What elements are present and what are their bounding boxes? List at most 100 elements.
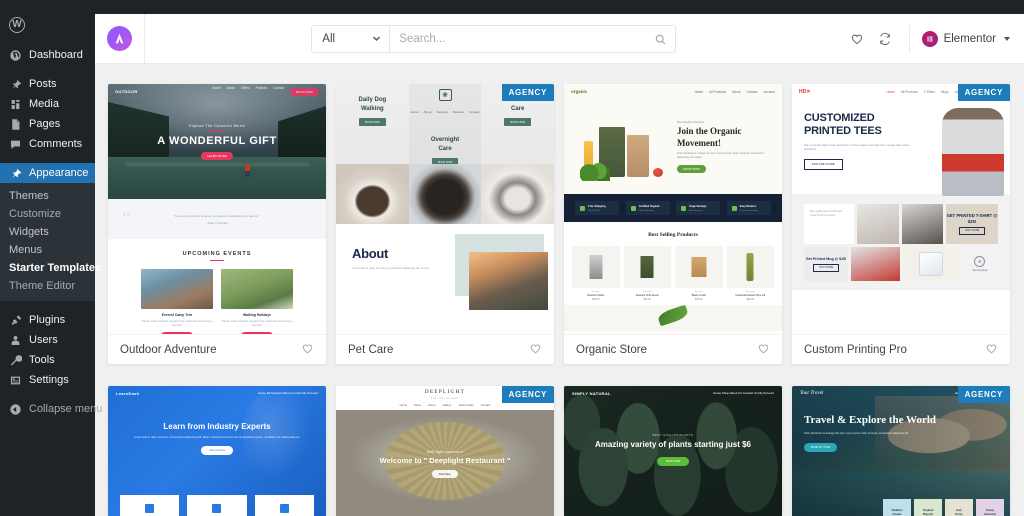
site-logo: HD✕: [799, 89, 811, 95]
hero-headline: Join the Organic Movement!: [677, 126, 742, 148]
petcare-hero: Daily DogWalking BOOK NOW Home About: [336, 84, 554, 224]
sidebar-subitem-starter-templates[interactable]: Starter Templates: [0, 259, 101, 277]
agency-badge: AGENCY: [957, 84, 1010, 101]
hero-subtext: Lorem ipsum dolor sit amet, consectetur …: [133, 435, 301, 439]
nav-link: All Products: [900, 90, 918, 94]
tools-wrench-icon: [8, 353, 22, 367]
mini-site-printing: HD✕ Home All Products T-Shirts Mugs Abou…: [792, 84, 1010, 334]
sidebar-item-settings[interactable]: Settings: [0, 370, 95, 390]
template-card[interactable]: SIMPLY NATURAL Home Shop About Us Contac…: [564, 386, 782, 516]
template-card[interactable]: AGENCY Daily Dog Walking BOOK NOW ❀ Home…: [336, 84, 554, 364]
product-item: Groceries Black Lentils $10.00: [675, 246, 723, 301]
feature-title: Easy Returns: [739, 205, 757, 208]
template-preview[interactable]: DEEPLIGHT BEST RESTAURANT Home Menu Abou…: [336, 386, 554, 516]
users-icon: [8, 333, 22, 347]
templates-grid-area[interactable]: OUTDOOR Home About Offers Projects Conta…: [95, 64, 1024, 516]
site-logo: Tour Travel: [800, 390, 824, 396]
appearance-brush-icon: [8, 166, 22, 180]
sidebar-item-dashboard[interactable]: Dashboard: [0, 45, 95, 65]
training-icon: [145, 504, 155, 513]
favorite-heart-icon[interactable]: [529, 342, 542, 358]
template-card[interactable]: AGENCY Tour Travel Home About Us: [792, 386, 1010, 516]
template-card[interactable]: AGENCY HD✕ Home All Products T-Shirts Mu…: [792, 84, 1010, 364]
sidebar-item-media[interactable]: Media: [0, 94, 95, 114]
hero-cta: EXPLORE STORE: [804, 159, 843, 171]
nav-link: Home: [886, 90, 895, 94]
starter-templates-header: All Search... Elementor: [95, 13, 1024, 64]
sidebar-subitem-themes[interactable]: Themes: [0, 187, 95, 205]
sidebar-item-posts[interactable]: Posts: [0, 74, 95, 94]
favorites-heart-icon[interactable]: [843, 25, 871, 53]
favorite-heart-icon[interactable]: [985, 342, 998, 358]
sidebar-item-collapse-menu[interactable]: Collapse menu: [0, 399, 102, 419]
template-preview[interactable]: HD✕ Home All Products T-Shirts Mugs Abou…: [792, 84, 1010, 334]
card-footer: Pet Care: [336, 334, 554, 364]
site-logo-sub: BEST RESTAURANT: [430, 397, 460, 400]
destination-name: Turkey: [985, 508, 995, 512]
mini-site-petcare: Daily DogWalking BOOK NOW Home About: [336, 84, 554, 334]
hero-cta: View Courses: [201, 446, 233, 456]
nav-link: Contact Us: [742, 391, 758, 395]
sidebar-item-plugins[interactable]: Plugins: [0, 310, 95, 330]
hero-script: daily light experiences: [426, 449, 464, 454]
sync-refresh-icon[interactable]: [871, 25, 899, 53]
hero-copy: CUSTOMIZED PRINTED TEES Ran ut congue di…: [804, 112, 912, 194]
template-preview[interactable]: Daily DogWalking BOOK NOW Home About: [336, 84, 554, 334]
hero-copy: Best Quality Products Join the Organic M…: [677, 120, 772, 173]
wp-logo-row[interactable]: [0, 14, 95, 36]
quote-author: - Adam Crandler: [206, 220, 228, 225]
product-list: Groceries Roasted Coffee $15.00 Grocerie…: [564, 246, 782, 301]
hero-headline: Travel & Explore the World: [804, 414, 936, 426]
sidebar-item-pages[interactable]: Pages: [0, 114, 95, 134]
site-nav: OUTDOOR Home About Offers Projects Conta…: [108, 84, 326, 98]
quote-section: “ "Lorem ipsum dolor sit amet, consectet…: [108, 199, 326, 239]
tile-more: See how Now: [962, 247, 998, 281]
template-card[interactable]: LearnDash Home All Courses About Contact…: [108, 386, 326, 516]
product-price: $10.00: [695, 298, 703, 301]
sidebar-item-tools[interactable]: Tools: [0, 350, 95, 370]
favorite-heart-icon[interactable]: [301, 342, 314, 358]
hero-text: daily light experiences Welcome to " Dee…: [336, 410, 554, 516]
nav-links: Home About Services Reviews Contact: [410, 110, 479, 114]
hero-copy: Travel & Explore the World Click edit bu…: [792, 400, 1010, 452]
best-selling-section: Best Selling Products Groceries Roasted …: [564, 222, 782, 305]
nav-link: T-Shirts: [923, 90, 935, 94]
template-card[interactable]: organic Home All Products About Contact …: [564, 84, 782, 364]
nav-link: Home: [257, 391, 266, 395]
template-preview[interactable]: LearnDash Home All Courses About Contact…: [108, 386, 326, 516]
sidebar-item-label: Tools: [29, 354, 55, 366]
sidebar-item-appearance[interactable]: Appearance: [0, 163, 95, 183]
savings-icon: [681, 205, 687, 211]
template-preview[interactable]: SIMPLY NATURAL Home Shop About Us Contac…: [564, 386, 782, 516]
favorite-heart-icon[interactable]: [757, 342, 770, 358]
about-image-frame: [455, 234, 548, 310]
sidebar-item-users[interactable]: Users: [0, 330, 95, 350]
service-column: Home About Services Reviews Contact Over…: [408, 84, 482, 224]
tile-promo: Get Printed Mug @ $15! VISIT STORE: [804, 247, 849, 281]
events-list: Everest Camp Trek Travel works wonders. …: [108, 269, 326, 334]
category-filter-select[interactable]: All: [312, 25, 391, 52]
sidebar-subitem-customize[interactable]: Customize: [0, 205, 95, 223]
nav-link: My Account: [302, 391, 318, 395]
template-preview[interactable]: Tour Travel Home About Us Tours Blog Con…: [792, 386, 1010, 516]
search-field[interactable]: [390, 26, 675, 52]
sidebar-item-label: Posts: [29, 78, 57, 90]
feature-item: Certified Organic 100% guarantee: [625, 201, 670, 215]
sidebar-subitem-widgets[interactable]: Widgets: [0, 223, 95, 241]
sidebar-item-comments[interactable]: Comments: [0, 134, 95, 154]
event-image: [221, 269, 293, 310]
site-logo: [437, 89, 453, 107]
sidebar-subitem-theme-editor[interactable]: Theme Editor: [0, 277, 95, 295]
template-preview[interactable]: OUTDOOR Home About Offers Projects Conta…: [108, 84, 326, 334]
hero-subtext: Find wholesome recipes for your Lorem ip…: [677, 151, 764, 160]
template-card[interactable]: AGENCY DEEPLIGHT BEST RESTAURANT Home Me…: [336, 386, 554, 516]
template-card[interactable]: OUTDOOR Home About Offers Projects Conta…: [108, 84, 326, 364]
feature-card: Premium Material: [254, 495, 314, 516]
sidebar-subitem-menus[interactable]: Menus: [0, 241, 95, 259]
search-input[interactable]: [399, 32, 656, 45]
page-builder-selector[interactable]: Elementor: [921, 30, 1010, 47]
nav-link: About Us: [729, 391, 742, 395]
site-nav: LearnDash Home All Courses About Contact…: [108, 386, 326, 400]
hero-cta: SHOP NOW: [656, 457, 690, 467]
template-preview[interactable]: organic Home All Products About Contact …: [564, 84, 782, 334]
